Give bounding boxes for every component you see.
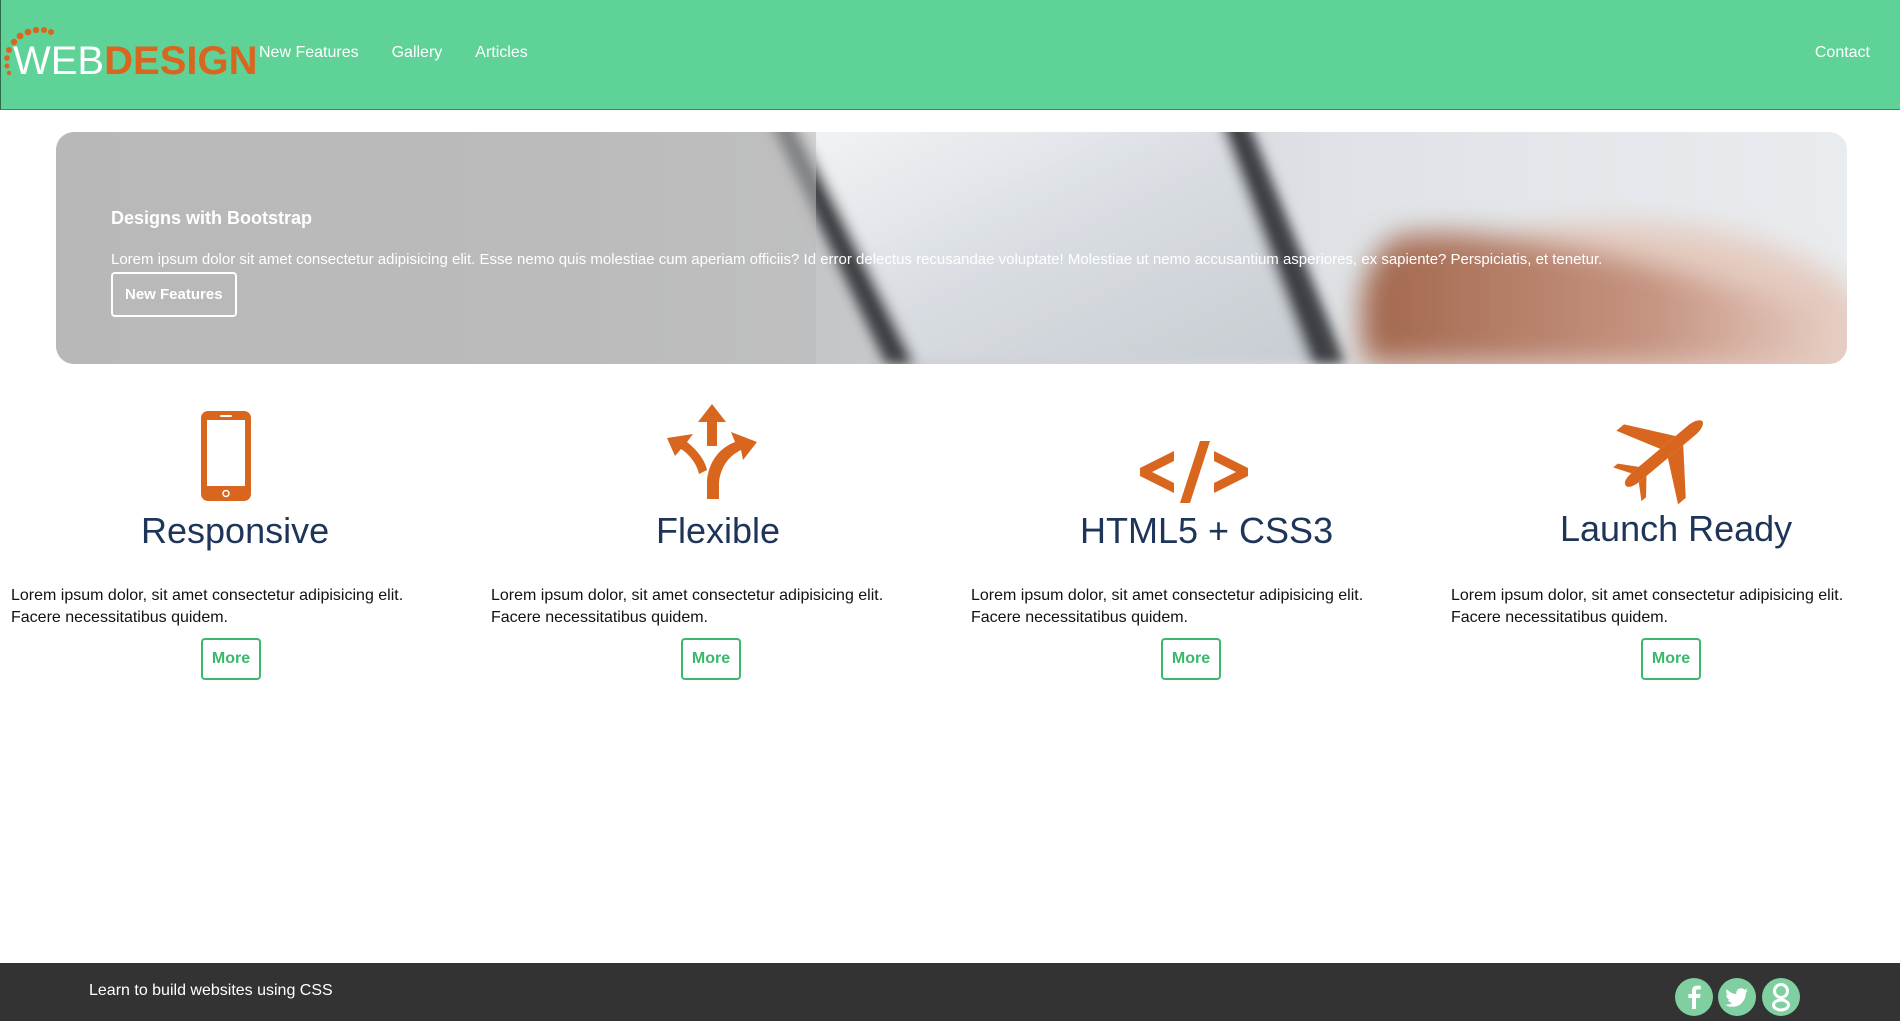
nav-links: New Features Gallery Articles	[259, 44, 561, 62]
logo-text: WEBDESIGN	[13, 41, 257, 81]
feature-title: Flexible	[656, 510, 781, 551]
footer-text: Learn to build websites using CSS	[89, 982, 333, 999]
hero-new-features-button[interactable]: New Features	[111, 272, 237, 317]
feature-text: Lorem ipsum dolor, sit amet consectetur …	[971, 587, 1364, 626]
footer: Learn to build websites using CSS	[0, 963, 1900, 1021]
more-button[interactable]: More	[201, 638, 261, 680]
feature-text: Lorem ipsum dolor, sit amet consectetur …	[1451, 587, 1844, 626]
split-arrows-icon	[667, 404, 757, 499]
more-button[interactable]: More	[681, 638, 741, 680]
logo-design-text: DESIGN	[104, 39, 258, 83]
hero-text: Lorem ipsum dolor sit amet consectetur a…	[111, 251, 1603, 268]
nav-link-gallery[interactable]: Gallery	[392, 44, 443, 62]
feature-title: HTML5 + CSS3	[1080, 510, 1334, 551]
site-logo[interactable]: WEBDESIGN	[3, 26, 257, 86]
feature-title: Launch Ready	[1560, 508, 1793, 549]
twitter-icon[interactable]	[1718, 978, 1756, 1016]
hero-title: Designs with Bootstrap	[111, 208, 313, 228]
facebook-icon[interactable]	[1675, 978, 1713, 1016]
feature-title: Responsive	[141, 510, 330, 551]
feature-text: Lorem ipsum dolor, sit amet consectetur …	[11, 587, 404, 626]
mobile-phone-icon	[201, 411, 251, 501]
logo-web-text: WEB	[13, 39, 105, 83]
navbar: WEBDESIGN New Features Gallery Articles …	[0, 0, 1900, 110]
hero-content: Designs with Bootstrap Lorem ipsum dolor…	[111, 208, 1602, 317]
nav-link-contact[interactable]: Contact	[1815, 44, 1870, 62]
code-icon	[1140, 441, 1248, 503]
feature-text: Lorem ipsum dolor, sit amet consectetur …	[491, 587, 884, 626]
nav-link-articles[interactable]: Articles	[475, 44, 527, 62]
nav-link-new-features[interactable]: New Features	[259, 44, 359, 62]
plane-icon	[1613, 420, 1703, 505]
hero-banner: Designs with Bootstrap Lorem ipsum dolor…	[56, 132, 1847, 364]
more-button[interactable]: More	[1641, 638, 1701, 680]
google-icon[interactable]	[1762, 978, 1800, 1016]
more-button[interactable]: More	[1161, 638, 1221, 680]
